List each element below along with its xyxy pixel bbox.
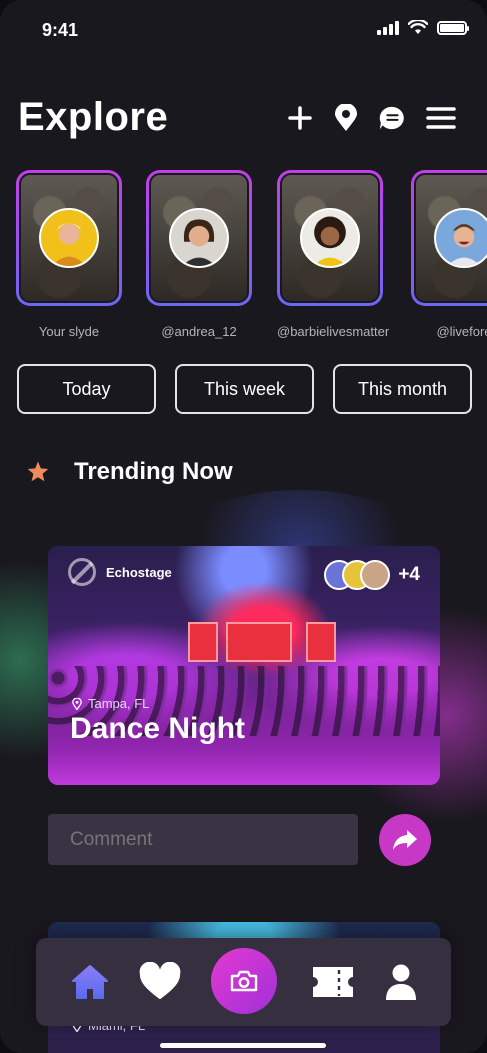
status-time: 9:41 [42, 20, 79, 40]
menu-icon [426, 107, 456, 129]
venue-name: Echostage [106, 564, 172, 580]
story-label: @barbielivesmatter [277, 324, 390, 339]
story-item[interactable]: @livefore [411, 170, 487, 339]
filter-tabs: Today This week This month [17, 364, 472, 414]
nav-tickets[interactable] [311, 960, 355, 1004]
avatar [39, 208, 99, 268]
stage-screen [306, 622, 336, 662]
location-pin-icon [72, 697, 82, 710]
story-item[interactable]: @andrea_12 [146, 170, 252, 339]
share-button[interactable] [379, 814, 431, 866]
location-pin-icon [335, 104, 357, 131]
filter-today[interactable]: Today [17, 364, 156, 414]
attendees[interactable]: +4 [324, 560, 420, 590]
story-label: Your slyde [38, 324, 100, 339]
user-icon [386, 964, 416, 1000]
location-button[interactable] [333, 103, 359, 133]
share-arrow-icon [393, 830, 417, 850]
stage-screen [188, 622, 218, 662]
avatar [300, 208, 360, 268]
explore-screen: 9:41 Explore Your slyde @andrea_12 @barb… [0, 0, 487, 1053]
story-thumbnail [414, 173, 487, 303]
story-thumbnail [280, 173, 380, 303]
stage-screen [226, 622, 292, 662]
add-button[interactable] [287, 103, 313, 133]
section-title: Trending Now [74, 458, 233, 485]
trending-header: Trending Now [26, 458, 233, 486]
event-title: Dance Night [70, 712, 246, 745]
home-indicator [160, 1043, 326, 1048]
nav-camera[interactable] [211, 948, 277, 1014]
avatar [360, 560, 391, 590]
menu-button[interactable] [425, 103, 457, 133]
nav-favorites[interactable] [138, 960, 182, 1004]
avatar [434, 208, 487, 268]
header-actions [287, 103, 457, 133]
bottom-nav [36, 938, 451, 1026]
heart-icon [139, 962, 181, 1000]
chat-button[interactable] [379, 103, 405, 133]
event-card[interactable]: Echostage +4 Tampa, FL Dance Night [48, 546, 440, 785]
event-location: Tampa, FL [72, 696, 149, 711]
nav-profile[interactable] [379, 960, 423, 1004]
story-label: @andrea_12 [161, 324, 237, 339]
filter-this-week[interactable]: This week [175, 364, 314, 414]
ticket-icon [313, 967, 353, 997]
comment-input[interactable] [48, 814, 358, 865]
event-location-text: Tampa, FL [88, 696, 150, 711]
status-icons [377, 20, 469, 35]
story-frame [277, 170, 383, 306]
star-icon [27, 461, 49, 482]
attendee-count: +4 [398, 564, 420, 585]
story-thumbnail [149, 173, 249, 303]
chat-bubble-icon [379, 106, 404, 130]
header: Explore [18, 95, 457, 145]
home-icon [72, 965, 108, 999]
story-item[interactable]: @barbielivesmatter [277, 170, 390, 339]
wifi-icon [408, 20, 428, 34]
filter-this-month[interactable]: This month [333, 364, 472, 414]
camera-icon [230, 970, 258, 992]
story-item[interactable]: Your slyde [16, 170, 122, 339]
nav-home[interactable] [68, 960, 112, 1004]
venue-brand: Echostage [68, 558, 172, 586]
stories-row: Your slyde @andrea_12 @barbielivesmatter… [16, 170, 487, 350]
battery-icon [437, 20, 469, 35]
story-frame [411, 170, 487, 306]
avatar [169, 208, 229, 268]
story-frame [146, 170, 252, 306]
story-frame [16, 170, 122, 306]
story-label: @livefore [436, 324, 487, 339]
signal-icon [377, 20, 399, 35]
status-bar: 9:41 [0, 0, 487, 60]
story-thumbnail [19, 173, 119, 303]
plus-icon [288, 106, 312, 130]
venue-logo-icon [68, 558, 96, 586]
